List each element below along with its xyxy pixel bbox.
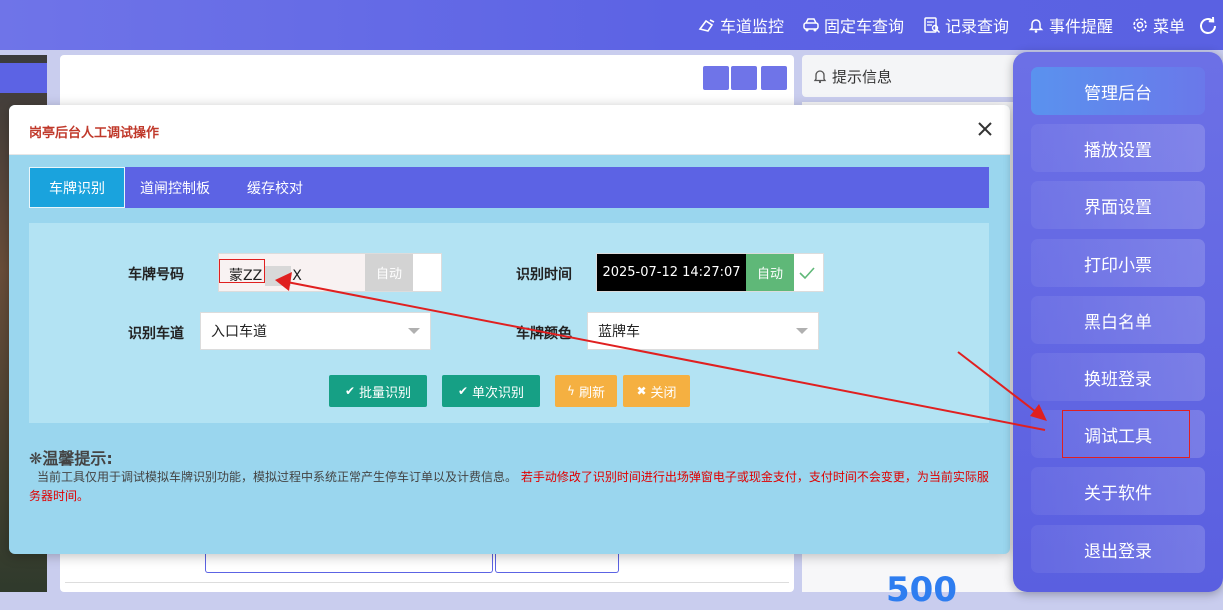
- lane-select-value: 入口车道: [211, 324, 267, 340]
- recognition-time-value[interactable]: 2025-07-12 14:27:07: [597, 254, 746, 291]
- nav-label: 记录查询: [945, 17, 1010, 36]
- plate-color-select[interactable]: 蓝牌车: [587, 312, 819, 350]
- menu-item-about[interactable]: 关于软件: [1031, 467, 1205, 515]
- tips-title: ❋温馨提示:: [29, 449, 113, 468]
- plate-number-label: 车牌号码: [128, 267, 184, 283]
- dialog-tabs: 车牌识别 道闸控制板 缓存校对: [29, 167, 989, 208]
- camera-toolbar: [0, 63, 47, 93]
- debug-dialog: 岗亭后台人工调试操作 车牌识别 道闸控制板 缓存校对 车牌号码 蒙ZZ X 自动 …: [9, 105, 1010, 554]
- tab-barrier-control[interactable]: 道闸控制板: [125, 167, 225, 208]
- gear-icon: [1131, 16, 1149, 34]
- lane-switch-icon[interactable]: [703, 66, 729, 90]
- close-icon: ✖: [636, 384, 647, 398]
- nav-fixed-car-query[interactable]: 固定车查询: [802, 12, 904, 38]
- menu-item-print-receipt[interactable]: 打印小票: [1031, 239, 1205, 287]
- refresh-icon[interactable]: [1196, 14, 1220, 38]
- nav-label: 固定车查询: [824, 17, 905, 36]
- plate-color-label: 车牌颜色: [516, 326, 572, 342]
- menu-item-logout[interactable]: 退出登录: [1031, 525, 1205, 573]
- redaction-mask: [265, 266, 291, 286]
- refresh-button[interactable]: ϟ 刷新: [555, 375, 617, 407]
- close-icon[interactable]: [975, 119, 995, 139]
- chevron-down-icon: [796, 328, 808, 334]
- lane-select[interactable]: 入口车道: [200, 312, 431, 350]
- close-button[interactable]: ✖ 关闭: [623, 375, 690, 407]
- batch-recognize-button[interactable]: ✔ 批量识别: [329, 375, 427, 407]
- info-panel-header: 提示信息: [802, 55, 1032, 97]
- chevron-down-icon: [408, 328, 420, 334]
- background-table: [65, 582, 789, 583]
- lane-label: 识别车道: [128, 326, 184, 342]
- tab-plate-recognition[interactable]: 车牌识别: [29, 167, 125, 208]
- barrier-warning-icon[interactable]: [731, 66, 757, 90]
- top-navigation-bar: 车道监控 固定车查询 记录查询 事件提醒 菜单: [0, 0, 1223, 50]
- menu-item-shift-login[interactable]: 换班登录: [1031, 353, 1205, 401]
- tips-text: 当前工具仅用于调试模拟车牌识别功能，模拟过程中系统正常产生停车订单以及计费信息。…: [29, 470, 989, 503]
- record-search-icon: [923, 16, 941, 34]
- annotation-box: [1062, 410, 1190, 458]
- nav-label: 车道监控: [720, 17, 785, 36]
- lane-monitor-icon: [698, 16, 716, 34]
- nav-record-query[interactable]: 记录查询: [923, 12, 1009, 38]
- menu-item-ui-settings[interactable]: 界面设置: [1031, 181, 1205, 229]
- menu-item-playback-settings[interactable]: 播放设置: [1031, 124, 1205, 172]
- main-menu-dropdown: 管理后台 播放设置 界面设置 打印小票 黑白名单 换班登录 调试工具 关于软件 …: [1013, 52, 1223, 592]
- dialog-title: 岗亭后台人工调试操作: [29, 126, 160, 141]
- time-auto-button[interactable]: 自动: [746, 254, 794, 291]
- menu-item-blacklist-whitelist[interactable]: 黑白名单: [1031, 296, 1205, 344]
- bell-icon: [812, 68, 828, 84]
- tab-cache-check[interactable]: 缓存校对: [225, 167, 325, 208]
- bell-icon: [1027, 16, 1045, 34]
- remaining-spaces-count: 500: [886, 570, 957, 610]
- single-recognize-button[interactable]: ✔ 单次识别: [442, 375, 540, 407]
- plate-number-field[interactable]: 蒙ZZ X 自动: [218, 253, 442, 292]
- check-icon[interactable]: [797, 263, 817, 283]
- dialog-header: 岗亭后台人工调试操作: [9, 105, 1010, 155]
- nav-label: 菜单: [1153, 17, 1186, 36]
- recognition-time-field[interactable]: 2025-07-12 14:27:07 自动: [596, 253, 824, 292]
- menu-item-admin[interactable]: 管理后台: [1031, 67, 1205, 115]
- camera-warning-icon[interactable]: [761, 66, 787, 90]
- recognition-form: 车牌号码 蒙ZZ X 自动 识别时间 2025-07-12 14:27:07 自动…: [29, 223, 989, 423]
- lightning-icon: ϟ: [567, 384, 575, 398]
- nav-label: 事件提醒: [1049, 17, 1114, 36]
- check-icon: ✔: [457, 384, 469, 398]
- plate-color-value: 蓝牌车: [598, 324, 640, 340]
- info-panel-title: 提示信息: [832, 67, 893, 86]
- nav-lane-monitor[interactable]: 车道监控: [698, 12, 784, 38]
- check-icon: ✔: [344, 384, 356, 398]
- annotation-box: [219, 259, 265, 283]
- plate-auto-button[interactable]: 自动: [365, 254, 413, 291]
- nav-menu[interactable]: 菜单: [1131, 12, 1185, 38]
- nav-event-reminder[interactable]: 事件提醒: [1027, 12, 1113, 38]
- recognition-time-label: 识别时间: [516, 267, 572, 283]
- car-icon: [802, 16, 820, 34]
